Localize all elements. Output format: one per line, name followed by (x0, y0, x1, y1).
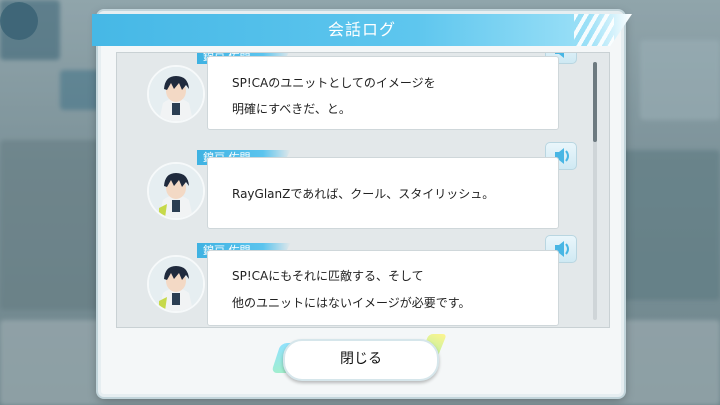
message-line: 他のユニットにはないイメージが必要です。 (232, 296, 471, 310)
speaker-avatar (147, 255, 205, 313)
close-button[interactable]: 閉じる (283, 339, 439, 381)
log-entry: 錦戸 佐門 RayGlanZであれば、クール、スタイリッシュ。 (117, 142, 597, 236)
message-line: 明確にすべきだ、と。 (232, 102, 351, 116)
log-entry: 錦戸 佐門 SP!CAにもそれに匹敵する、そして 他のユニットにはないイメージが… (117, 235, 597, 327)
log-entry: 錦戸 佐門 SP!CAのユニットとしてのイメージを 明確にすべきだ、と。 (117, 53, 597, 136)
speaker-avatar (147, 65, 205, 123)
log-scrollbar[interactable] (593, 62, 597, 320)
scrollbar-thumb[interactable] (593, 62, 597, 142)
speaker-avatar (147, 162, 205, 220)
message-line: SP!CAのユニットとしてのイメージを (232, 76, 436, 90)
message-line: RayGlanZであれば、クール、スタイリッシュ。 (232, 187, 495, 201)
dialog-title: 会話ログ (327, 20, 396, 39)
log-list[interactable]: 錦戸 佐門 SP!CAのユニットとしてのイメージを 明確にすべきだ、と。 錦戸 … (116, 52, 610, 328)
message-line: SP!CAにもそれに匹敵する、そして (232, 269, 424, 283)
message-bubble (207, 56, 559, 130)
message-bubble (207, 250, 559, 326)
